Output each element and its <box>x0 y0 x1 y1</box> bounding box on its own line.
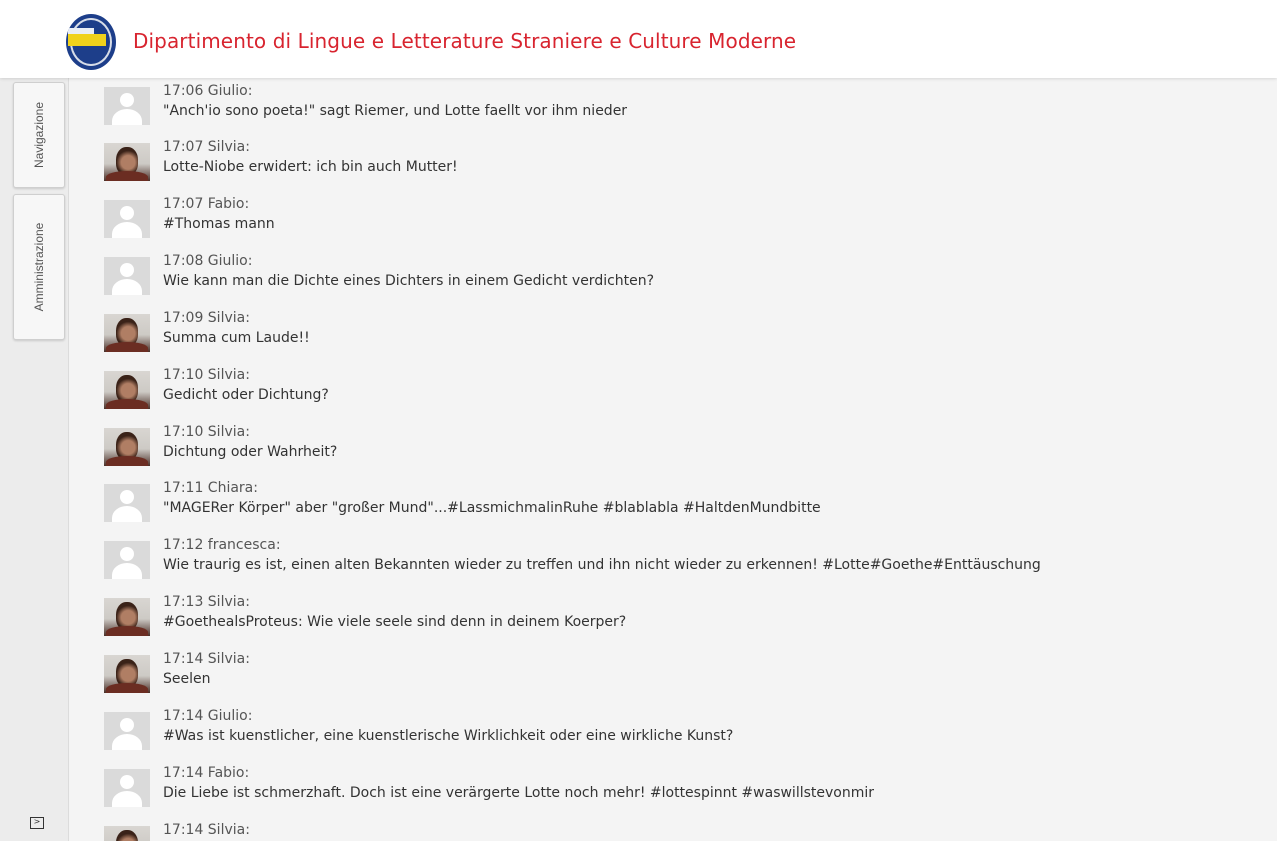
chat-message: 17:10 Silvia: Dichtung oder Wahrheit? <box>70 424 1270 480</box>
message-meta: 17:10 Silvia: <box>163 424 250 440</box>
chat-message: 17:07 Silvia: Lotte-Niobe erwidert: ich … <box>70 139 1270 195</box>
tab-amministrazione[interactable]: Amministrazione <box>13 194 65 340</box>
chat-message: 17:08 Giulio: Wie kann man die Dichte ei… <box>70 253 1270 309</box>
message-text: Wie traurig es ist, einen alten Bekannte… <box>163 557 1041 573</box>
message-text: Wie kann man die Dichte eines Dichters i… <box>163 273 655 289</box>
message-text: Gedicht oder Dichtung? <box>163 387 329 403</box>
message-meta: 17:07 Fabio: <box>163 196 250 212</box>
chat-message: 17:14 Silvia: Seelen <box>70 651 1270 707</box>
message-meta: 17:13 Silvia: <box>163 594 250 610</box>
avatar <box>104 598 150 636</box>
message-meta: 17:12 francesca: <box>163 537 281 553</box>
message-meta: 17:10 Silvia: <box>163 367 250 383</box>
avatar <box>104 200 150 238</box>
message-text: Die Liebe ist schmerzhaft. Doch ist eine… <box>163 785 875 801</box>
message-text: Seelen <box>163 671 211 687</box>
message-meta: 17:14 Fabio: <box>163 765 250 781</box>
avatar <box>104 257 150 295</box>
avatar <box>104 769 150 807</box>
tab-navigazione[interactable]: Navigazione <box>13 82 65 188</box>
chat-log: 17:06 Giulio: "Anch'io sono poeta!" sagt… <box>70 78 1277 841</box>
message-text: #Thomas mann <box>163 216 275 232</box>
message-text: #GoethealsProteus: Wie viele seele sind … <box>163 614 627 630</box>
avatar <box>104 428 150 466</box>
chat-message: 17:13 Silvia: #GoethealsProteus: Wie vie… <box>70 594 1270 650</box>
sidebar: Navigazione Amministrazione <box>0 78 69 841</box>
chat-message: 17:09 Silvia: Summa cum Laude!! <box>70 310 1270 366</box>
message-meta: 17:09 Silvia: <box>163 310 250 326</box>
message-text: Dichtung oder Wahrheit? <box>163 444 338 460</box>
message-meta: 17:06 Giulio: <box>163 83 253 99</box>
message-meta: 17:14 Giulio: <box>163 708 253 724</box>
expand-panel-icon[interactable]: > <box>30 817 44 829</box>
chat-message: 17:07 Fabio: #Thomas mann <box>70 196 1270 252</box>
message-text: Lotte-Niobe erwidert: ich bin auch Mutte… <box>163 159 458 175</box>
message-meta: 17:11 Chiara: <box>163 480 258 496</box>
avatar <box>104 371 150 409</box>
message-text: Summa cum Laude!! <box>163 330 310 346</box>
message-meta: 17:14 Silvia: <box>163 822 250 838</box>
avatar <box>104 143 150 181</box>
page-header: Dipartimento di Lingue e Letterature Str… <box>0 0 1277 78</box>
chat-message: 17:14 Fabio: Die Liebe ist schmerzhaft. … <box>70 765 1270 821</box>
message-text: "MAGERer Körper" aber "großer Mund"...#L… <box>163 500 821 516</box>
chat-message: 17:14 Giulio: #Was ist kuenstlicher, ein… <box>70 708 1270 764</box>
chat-message: 17:10 Silvia: Gedicht oder Dichtung? <box>70 367 1270 423</box>
avatar <box>104 826 150 841</box>
avatar <box>104 655 150 693</box>
avatar <box>104 541 150 579</box>
tab-amministrazione-label: Amministrazione <box>32 222 46 312</box>
message-meta: 17:07 Silvia: <box>163 139 250 155</box>
message-text: #Was ist kuenstlicher, eine kuenstlerisc… <box>163 728 734 744</box>
message-meta: 17:14 Silvia: <box>163 651 250 667</box>
university-logo[interactable] <box>66 14 116 70</box>
chat-message: 17:06 Giulio: "Anch'io sono poeta!" sagt… <box>70 83 1270 139</box>
chat-message: 17:11 Chiara: "MAGERer Körper" aber "gro… <box>70 480 1270 536</box>
avatar <box>104 314 150 352</box>
chat-message: 17:12 francesca: Wie traurig es ist, ein… <box>70 537 1270 593</box>
avatar <box>104 712 150 750</box>
avatar <box>104 484 150 522</box>
tab-navigazione-label: Navigazione <box>32 101 46 169</box>
message-meta: 17:08 Giulio: <box>163 253 253 269</box>
page-title[interactable]: Dipartimento di Lingue e Letterature Str… <box>133 29 796 53</box>
message-text: "Anch'io sono poeta!" sagt Riemer, und L… <box>163 103 628 119</box>
avatar <box>104 87 150 125</box>
chat-message: 17:14 Silvia: <box>70 822 1270 841</box>
logo-band-yellow <box>68 34 106 46</box>
